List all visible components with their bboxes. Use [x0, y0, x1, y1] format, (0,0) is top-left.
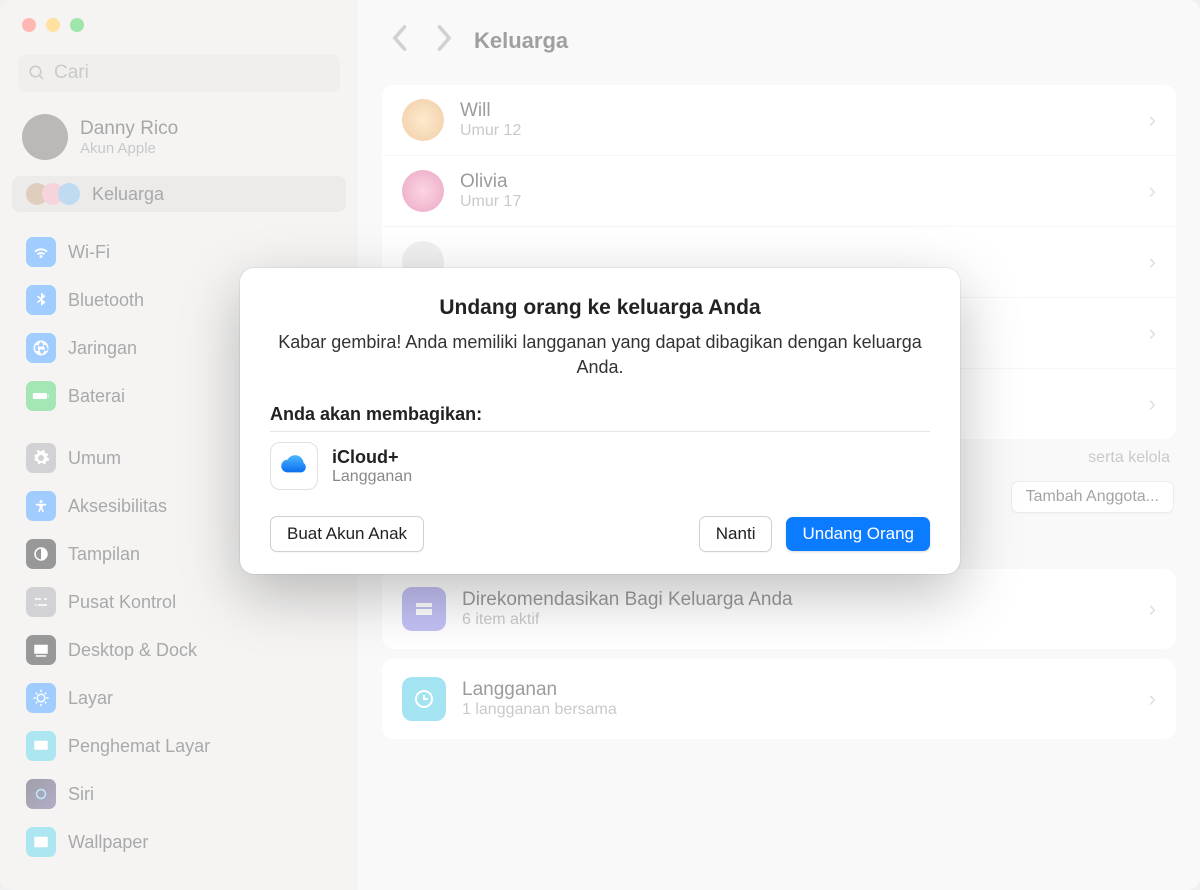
share-item-name: iCloud+ — [332, 447, 412, 468]
icloud-icon — [270, 442, 318, 490]
invite-modal: Undang orang ke keluarga Anda Kabar gemb… — [240, 268, 960, 574]
invite-people-button[interactable]: Undang Orang — [786, 517, 930, 551]
modal-backdrop: Undang orang ke keluarga Anda Kabar gemb… — [0, 0, 1200, 890]
modal-title: Undang orang ke keluarga Anda — [270, 296, 930, 320]
share-heading: Anda akan membagikan: — [270, 404, 930, 425]
settings-window: Cari Danny Rico Akun Apple Keluarga Wi-F… — [0, 0, 1200, 890]
create-child-account-button[interactable]: Buat Akun Anak — [270, 516, 424, 552]
share-item-row: iCloud+ Langganan — [270, 442, 930, 490]
later-button[interactable]: Nanti — [699, 516, 773, 552]
modal-description: Kabar gembira! Anda memiliki langganan y… — [270, 330, 930, 380]
share-item-type: Langganan — [332, 468, 412, 486]
